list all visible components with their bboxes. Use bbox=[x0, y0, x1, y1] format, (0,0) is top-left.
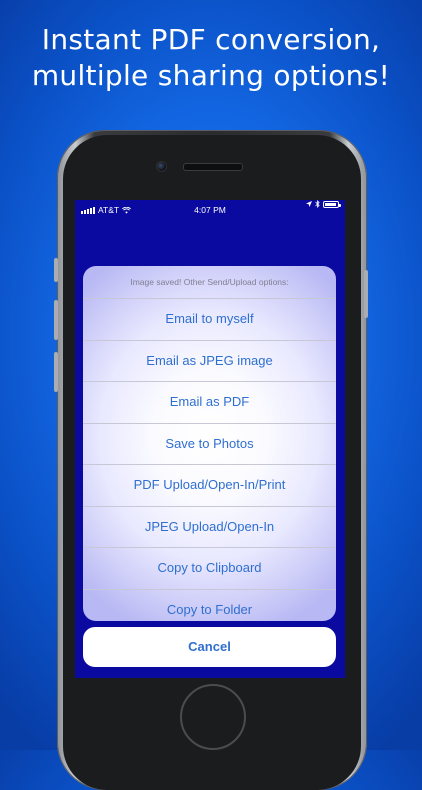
mute-switch bbox=[54, 258, 58, 282]
battery-icon bbox=[323, 200, 341, 208]
action-sheet: Image saved! Other Send/Upload options: … bbox=[83, 266, 336, 621]
pdf-upload-open-in-print-button[interactable]: PDF Upload/Open-In/Print bbox=[83, 465, 336, 507]
email-to-myself-button[interactable]: Email to myself bbox=[83, 299, 336, 341]
jpeg-upload-open-in-button[interactable]: JPEG Upload/Open-In bbox=[83, 507, 336, 548]
headline-line-1: Instant PDF conversion, bbox=[41, 23, 381, 56]
status-right bbox=[306, 200, 341, 208]
headline-line-2: multiple sharing options! bbox=[31, 59, 391, 92]
power-button bbox=[364, 270, 368, 318]
bluetooth-icon bbox=[315, 200, 320, 208]
email-as-jpeg-button[interactable]: Email as JPEG image bbox=[83, 341, 336, 382]
phone-screen: AT&T 4:07 PM Image saved! Other Send/Upl… bbox=[75, 200, 345, 678]
status-bar: AT&T 4:07 PM bbox=[75, 200, 345, 220]
status-time: 4:07 PM bbox=[194, 205, 226, 215]
earpiece-speaker bbox=[183, 163, 243, 171]
save-to-photos-button[interactable]: Save to Photos bbox=[83, 424, 336, 465]
cancel-button[interactable]: Cancel bbox=[83, 627, 336, 667]
copy-to-clipboard-button[interactable]: Copy to Clipboard bbox=[83, 548, 336, 590]
volume-down-button bbox=[54, 352, 58, 392]
copy-to-folder-button[interactable]: Copy to Folder bbox=[83, 590, 336, 622]
front-camera bbox=[156, 161, 167, 172]
email-as-pdf-button[interactable]: Email as PDF bbox=[83, 382, 336, 424]
location-arrow-icon bbox=[306, 201, 312, 207]
promo-headline: Instant PDF conversion, multiple sharing… bbox=[0, 22, 422, 94]
volume-up-button bbox=[54, 300, 58, 340]
action-sheet-message: Image saved! Other Send/Upload options: bbox=[83, 266, 336, 299]
home-button bbox=[180, 684, 246, 750]
